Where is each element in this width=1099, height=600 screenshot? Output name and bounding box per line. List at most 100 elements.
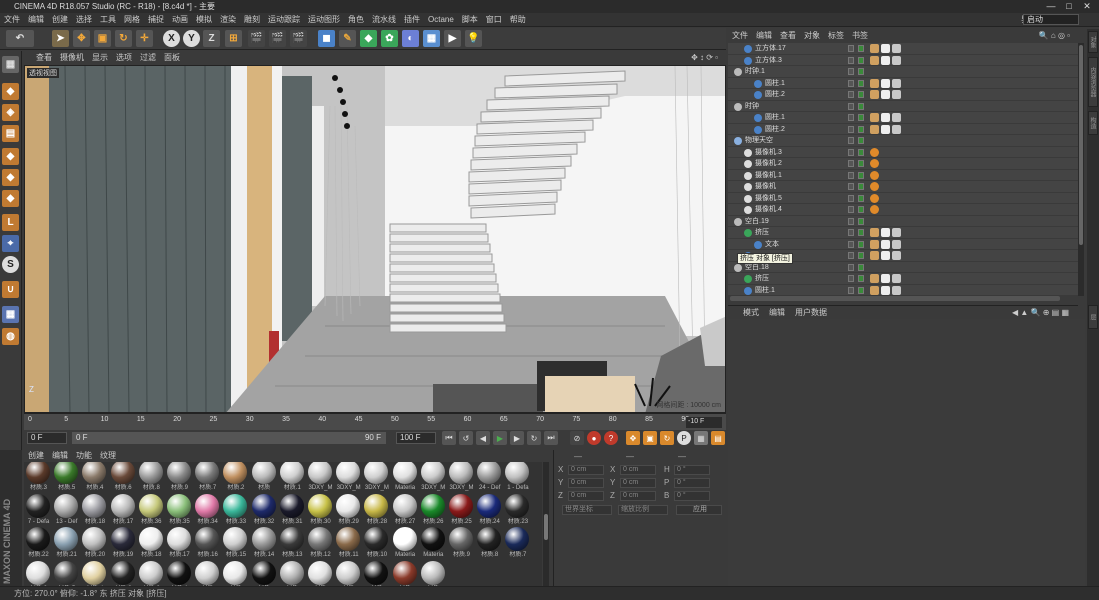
attribute-nav-icon[interactable]: ◀ ▲ 🔍 ⊕ ▤ ▦ [1007,306,1074,320]
material-swatch[interactable]: 材质.25 [448,493,475,526]
z-axis-toggle[interactable]: Z [203,30,220,47]
material-swatch[interactable]: 材质.2 [222,462,249,492]
material-menu-texture[interactable]: 纹理 [96,450,120,462]
x-axis-toggle[interactable]: X [163,30,180,47]
layer-flag-icon[interactable] [848,275,854,282]
goto-start-icon[interactable]: ⏮ [442,431,456,445]
material-swatch[interactable]: 材质 [363,560,390,586]
material-swatch[interactable]: 材质.1 [166,560,193,586]
coordinate-system-icon[interactable]: ⊞ [225,30,242,47]
layer-flag-icon[interactable] [848,263,854,271]
object-row[interactable]: 摄像机.3 [728,147,1078,158]
material-tag-icon[interactable] [892,113,901,122]
visibility-dot-icon[interactable] [858,229,864,236]
material-tag-icon[interactable] [892,90,901,99]
axis-icon[interactable]: L [2,214,19,231]
layer-flag-icon[interactable] [848,137,854,144]
material-swatch[interactable]: 材质.30 [307,493,334,526]
coord-value-field[interactable]: 0 cm [620,465,656,475]
material-swatch[interactable]: 材质.6 [25,560,52,586]
cube-icon[interactable]: ◼ [318,30,335,47]
material-tag-icon[interactable] [870,285,879,295]
material-swatch[interactable]: 材质.4 [81,462,108,492]
material-tag-icon[interactable] [892,78,901,88]
menu-plugins[interactable]: 插件 [400,13,424,27]
material-tag-icon[interactable] [870,274,879,283]
material-swatch[interactable]: 材质.22 [25,526,52,559]
key-scale-icon[interactable]: ▣ [643,431,657,445]
layer-flag-icon[interactable] [848,194,854,202]
keyframe-help-icon[interactable]: ? [604,431,618,445]
object-row[interactable]: 立方体.3 [728,55,1078,66]
attribute-menu-edit[interactable]: 编辑 [764,306,790,320]
material-menu-function[interactable]: 功能 [72,450,96,462]
layer-flag-icon[interactable] [848,160,854,167]
object-row[interactable]: 圆柱.2 [728,124,1078,135]
object-row[interactable]: 摄像机.5 [728,193,1078,204]
material-tag-icon[interactable] [881,228,890,237]
move-icon[interactable]: ✥ [73,30,90,47]
object-search-icon[interactable]: 🔍 ⌂ ◎ ▫ [1035,29,1074,42]
menu-mesh[interactable]: 网格 [120,13,144,27]
material-tag-icon[interactable] [881,274,890,283]
object-menu-file[interactable]: 文件 [728,29,752,42]
material-swatch[interactable]: 材质 [279,560,306,586]
material-swatch[interactable]: 材质.29 [335,493,362,526]
material-swatch[interactable]: 材质.28 [363,493,390,526]
layer-flag-icon[interactable] [848,252,854,259]
object-row[interactable]: 摄像机.2 [728,158,1078,170]
goto-end-icon[interactable]: ⏭ [544,431,558,445]
object-menu-bookmarks[interactable]: 书签 [848,29,872,42]
pen-icon[interactable]: ✎ [339,30,356,47]
menu-help[interactable]: 帮助 [506,13,530,27]
material-tag-icon[interactable] [892,274,901,283]
attribute-menu-mode[interactable]: 模式 [738,306,764,320]
coord-value-field[interactable]: 0 cm [568,465,604,475]
layer-flag-icon[interactable] [848,148,854,156]
layout-dropdown[interactable]: 启动 [1023,14,1079,25]
coord-value-field[interactable]: 0 cm [620,478,656,488]
material-swatch[interactable]: 材质.19 [110,526,137,559]
material-swatch[interactable]: 3DXY_M [307,462,334,492]
viewport-menu-cameras[interactable]: 摄像机 [56,51,88,65]
material-swatch[interactable]: 材质.4 [81,560,108,586]
material-swatch[interactable]: 材质 [194,560,221,586]
deformer-icon[interactable]: ◐ [402,30,419,47]
workplane-icon[interactable]: ▤ [2,125,19,142]
light-icon[interactable]: 💡 [465,30,482,47]
floor-icon[interactable]: ▦ [423,30,440,47]
material-menu-create[interactable]: 创建 [24,450,48,462]
timeline-ruler[interactable]: 051015202530354045505560657075808590 -10… [24,413,726,430]
layer-flag-icon[interactable] [848,79,854,87]
coord-value-field[interactable]: 0 cm [568,491,604,501]
material-swatch[interactable]: 材质.1 [279,462,306,492]
material-tag-icon[interactable] [870,55,879,65]
visibility-dot-icon[interactable] [858,56,864,64]
material-swatch[interactable]: 材质.36 [138,493,165,526]
polygons-mode-icon[interactable]: ◆ [2,190,19,207]
visibility-dot-icon[interactable] [858,263,864,271]
material-swatch[interactable]: 13 - Def [53,493,80,526]
material-tag-icon[interactable] [870,159,879,168]
y-axis-toggle[interactable]: Y [183,30,200,47]
key-pla-icon[interactable]: ▦ [694,431,708,445]
viewport-menu-filter[interactable]: 过滤 [136,51,160,65]
layer-flag-icon[interactable] [848,91,854,98]
material-swatch[interactable]: 材质.17 [166,526,193,559]
subdivision-icon[interactable]: ◆ [360,30,377,47]
visibility-dot-icon[interactable] [858,206,864,213]
material-tag-icon[interactable] [892,285,901,295]
layer-flag-icon[interactable] [848,125,854,133]
menu-file[interactable]: 文件 [0,13,24,27]
timeline-menu-icon[interactable]: ▤ [711,431,725,445]
coord-value-field[interactable]: 0 cm [620,491,656,501]
key-rotation-icon[interactable]: ↻ [660,431,674,445]
material-tag-icon[interactable] [881,251,890,260]
key-param-icon[interactable]: P [677,431,691,445]
material-swatch[interactable]: 材质.32 [251,493,278,526]
visibility-dot-icon[interactable] [858,125,864,133]
material-swatch[interactable]: Materia [392,462,419,492]
apply-button[interactable]: 应用 [676,505,722,515]
menu-select[interactable]: 选择 [72,13,96,27]
visibility-dot-icon[interactable] [858,217,864,225]
